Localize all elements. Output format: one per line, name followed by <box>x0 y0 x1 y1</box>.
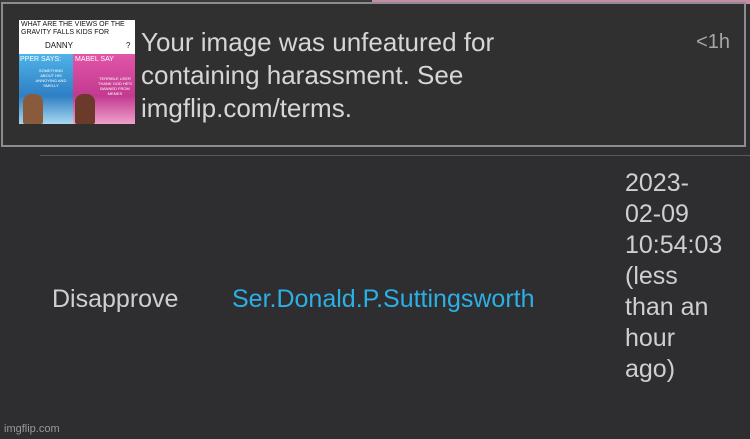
screen: WHAT ARE THE VIEWS OF THE GRAVITY FALLS … <box>0 0 750 439</box>
notification-time: <1h <box>696 31 730 53</box>
thumbnail-right-panel: MABEL SAY TERRIBLE USER THANK GOD HE'S B… <box>73 54 135 124</box>
notification-thumbnail[interactable]: WHAT ARE THE VIEWS OF THE GRAVITY FALLS … <box>19 20 135 124</box>
thumbnail-name: DANNY <box>45 41 74 50</box>
timestamp-line: 10:54:03 <box>625 231 723 259</box>
thumbnail-title: WHAT ARE THE VIEWS OF THE GRAVITY FALLS … <box>21 21 125 36</box>
thumbnail-right-figure <box>75 94 95 124</box>
moderation-timestamp: 2023- 02-09 10:54:03 (less than an hour … <box>625 168 750 385</box>
thumbnail-right-label: MABEL SAY <box>75 56 114 63</box>
notification-message-line: imgflip.com/terms. <box>141 93 352 123</box>
timestamp-line: hour <box>625 324 676 352</box>
notification-message: Your image was unfeatured for containing… <box>141 26 641 125</box>
thumbnail-left-text: SOMETHING ABOUT HIS ANNOYING AND SMELLY <box>35 68 67 88</box>
timestamp-line: ago) <box>625 355 676 383</box>
notification-message-line: containing harassment. See <box>141 60 464 90</box>
thumbnail-left-figure <box>23 94 43 124</box>
thumbnail-question-mark: ? <box>126 41 131 50</box>
thumbnail-left-panel: PPER SAYS: SOMETHING ABOUT HIS ANNOYING … <box>19 54 73 124</box>
moderation-action: Disapprove <box>52 285 179 313</box>
moderator-user-link[interactable]: Ser.Donald.P.Suttingsworth <box>232 285 535 314</box>
thumbnail-left-label: PPER SAYS: <box>20 56 62 63</box>
notification-card[interactable]: WHAT ARE THE VIEWS OF THE GRAVITY FALLS … <box>1 2 746 147</box>
thumbnail-right-text: TERRIBLE USER THANK GOD HE'S BANNED FROM… <box>98 76 132 96</box>
notification-message-line: Your image was unfeatured for <box>141 27 495 57</box>
timestamp-line: (less <box>625 262 678 290</box>
imgflip-watermark: imgflip.com <box>4 423 60 435</box>
row-divider <box>40 155 750 156</box>
timestamp-line: 2023- <box>625 169 689 197</box>
timestamp-line: than an <box>625 293 709 321</box>
timestamp-line: 02-09 <box>625 200 689 228</box>
